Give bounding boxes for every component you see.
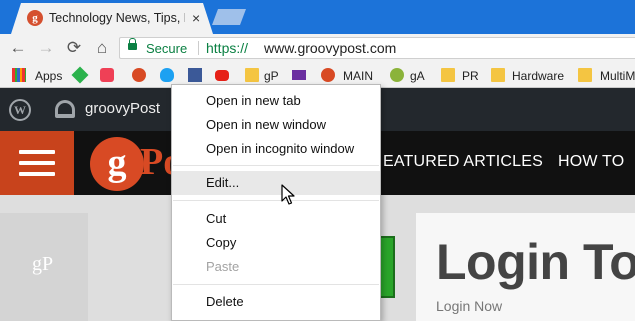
hamburger-line	[19, 172, 55, 176]
menu-cut[interactable]: Cut	[172, 207, 380, 231]
nav-how-to[interactable]: HOW TO	[558, 153, 624, 171]
forward-arrow-icon[interactable]: →	[36, 38, 56, 58]
back-arrow-icon[interactable]: ←	[8, 38, 28, 58]
hamburger-line	[19, 150, 55, 154]
bookmark-hardware[interactable]: Hardware	[512, 68, 564, 84]
folder-icon	[578, 68, 592, 82]
address-bar[interactable]: Secure https:// www.groovypost.com	[119, 37, 635, 59]
menu-paste: Paste	[206, 259, 240, 274]
login-now-link[interactable]: Login Now	[436, 298, 502, 314]
hamburger-line	[19, 161, 55, 165]
browser-window: g Technology News, Tips, R × ← → ⟳ ⌂ Sec…	[0, 0, 635, 321]
menu-separator	[173, 200, 379, 201]
folder-icon	[245, 68, 259, 82]
secure-label: Secure	[146, 41, 188, 56]
url-scheme: https://	[206, 40, 249, 56]
login-heading: Login To	[436, 234, 635, 290]
reload-icon[interactable]: ⟳	[64, 38, 84, 58]
menu-open-new-tab[interactable]: Open in new tab	[172, 89, 380, 113]
menu-delete[interactable]: Delete	[172, 290, 380, 314]
omnibox-divider	[198, 41, 199, 55]
bookmark-multim[interactable]: MultiM	[600, 68, 635, 84]
tab-title: Technology News, Tips, R	[49, 11, 185, 25]
folder-icon	[491, 68, 505, 82]
apps-grid-icon	[12, 68, 26, 82]
mouse-cursor-icon	[281, 184, 295, 205]
groovypost-icon[interactable]	[132, 68, 146, 82]
menu-separator	[173, 165, 379, 166]
mail-icon[interactable]	[292, 70, 306, 80]
twitter-icon[interactable]	[160, 68, 174, 82]
hamburger-menu-button[interactable]	[0, 131, 74, 195]
tab-active[interactable]: g Technology News, Tips, R ×	[11, 3, 213, 34]
green-button-image	[381, 236, 395, 298]
bookmark-ga[interactable]: gA	[410, 68, 425, 84]
home-icon[interactable]: ⌂	[92, 38, 112, 58]
menu-copy[interactable]: Copy	[172, 231, 380, 255]
nav-featured-articles[interactable]: EATURED ARTICLES	[383, 153, 543, 171]
tab-close-icon[interactable]: ×	[192, 10, 200, 26]
menu-edit[interactable]: Edit...	[172, 171, 380, 195]
bookmark-main[interactable]: MAIN	[343, 68, 373, 84]
youtube-icon[interactable]	[215, 70, 229, 81]
tab-strip: g Technology News, Tips, R ×	[0, 0, 635, 34]
pocket-icon[interactable]	[100, 68, 114, 82]
site-logo-mark[interactable]: g	[90, 137, 144, 191]
context-menu: Open in new tab Open in new window Open …	[171, 84, 381, 321]
menu-separator	[173, 284, 379, 285]
dashboard-gauge-icon[interactable]	[55, 100, 75, 118]
groovypost-favicon-icon: g	[27, 10, 43, 26]
menu-open-new-window[interactable]: Open in new window	[172, 113, 380, 137]
facebook-icon[interactable]	[188, 68, 202, 82]
bookmark-pr[interactable]: PR	[462, 68, 479, 84]
groovy-android-icon	[390, 68, 404, 82]
menu-open-incognito[interactable]: Open in incognito window	[172, 137, 380, 161]
bookmark-apps[interactable]: Apps	[35, 68, 62, 84]
gp-watermark: gP	[32, 253, 54, 275]
lock-icon	[128, 38, 137, 50]
groovypost-icon	[321, 68, 335, 82]
feedly-icon[interactable]	[71, 66, 89, 84]
url-host: www.groovypost.com	[264, 40, 397, 56]
wordpress-logo-icon[interactable]: W	[9, 99, 31, 121]
folder-icon	[441, 68, 455, 82]
new-tab-button[interactable]	[212, 9, 246, 25]
site-name-link[interactable]: groovyPost	[85, 100, 160, 117]
bookmark-gp[interactable]: gP	[264, 68, 279, 84]
